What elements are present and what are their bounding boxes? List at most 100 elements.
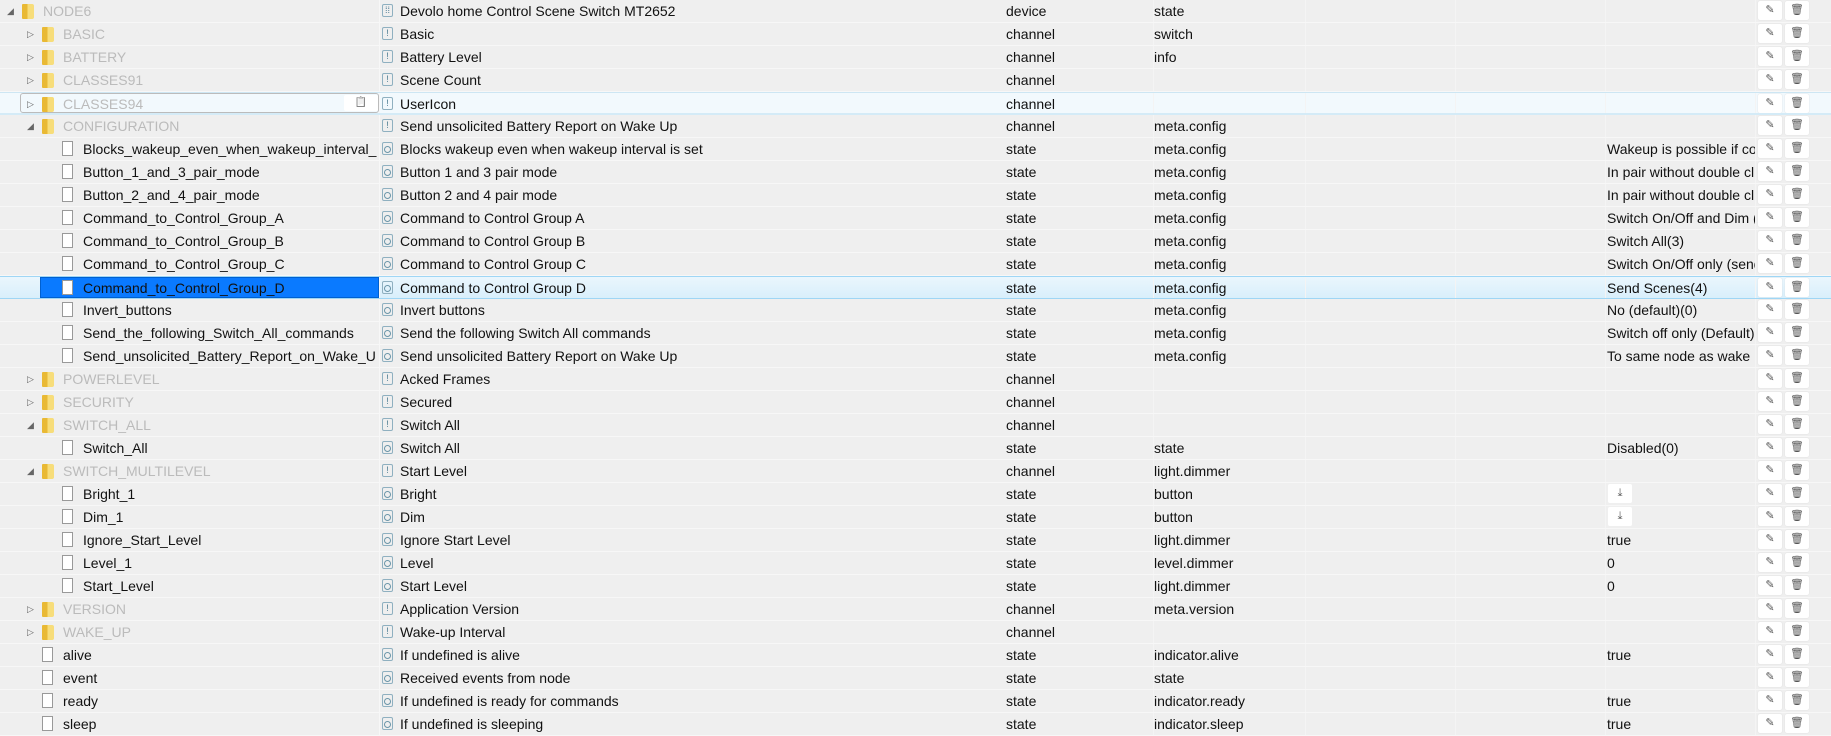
object-value[interactable]: ⤓ bbox=[1605, 506, 1755, 528]
edit-button[interactable]: ✎ bbox=[1758, 645, 1782, 664]
edit-button[interactable]: ✎ bbox=[1758, 346, 1782, 365]
tree-row[interactable]: ▷ BASIC! Basic channel switch ✎ 🗑 bbox=[0, 23, 1831, 46]
edit-button[interactable]: ✎ bbox=[1758, 231, 1782, 250]
edit-button[interactable]: ✎ bbox=[1758, 668, 1782, 687]
delete-button[interactable]: 🗑 bbox=[1785, 208, 1809, 227]
name-cell[interactable]: Button_2_and_4_pair_mode bbox=[0, 184, 380, 206]
expand-triangle-icon[interactable]: ▷ bbox=[27, 598, 34, 620]
edit-button[interactable]: ✎ bbox=[1758, 622, 1782, 641]
expand-triangle-icon[interactable]: ▷ bbox=[27, 23, 34, 45]
edit-button[interactable]: ✎ bbox=[1758, 415, 1782, 434]
tree-row[interactable]: event Received events from node state state… bbox=[0, 667, 1831, 690]
tree-row[interactable]: Bright_1 Bright state button ⤓ ✎ 🗑 bbox=[0, 483, 1831, 506]
tree-row[interactable]: ▷ POWERLEVEL! Acked Frames channel ✎ 🗑 bbox=[0, 368, 1831, 391]
edit-button[interactable]: ✎ bbox=[1758, 576, 1782, 595]
delete-button[interactable]: 🗑 bbox=[1785, 599, 1809, 618]
name-cell[interactable]: ready bbox=[0, 690, 380, 712]
expand-triangle-icon[interactable]: ▷ bbox=[27, 46, 34, 68]
edit-button[interactable]: ✎ bbox=[1758, 438, 1782, 457]
delete-button[interactable]: 🗑 bbox=[1785, 576, 1809, 595]
name-cell[interactable]: Send_unsolicited_Battery_Report_on_Wake_… bbox=[0, 345, 380, 367]
tree-row[interactable]: Start_Level Start Level state light.dimmer 0… bbox=[0, 575, 1831, 598]
delete-button[interactable]: 🗑 bbox=[1785, 278, 1809, 297]
name-cell[interactable]: ◢ CONFIGURATION bbox=[0, 115, 380, 137]
delete-button[interactable]: 🗑 bbox=[1785, 530, 1809, 549]
delete-button[interactable]: 🗑 bbox=[1785, 1, 1809, 20]
name-cell[interactable]: alive bbox=[0, 644, 380, 666]
tree-row[interactable]: Command_to_Control_Group_C Command to Con… bbox=[0, 253, 1831, 276]
edit-button[interactable]: ✎ bbox=[1758, 323, 1782, 342]
expand-triangle-icon[interactable]: ▷ bbox=[27, 93, 34, 113]
edit-button[interactable]: ✎ bbox=[1758, 24, 1782, 43]
tree-row[interactable]: ◢ NODE6 ⁞⁞ Devolo home Control Scene Switch… bbox=[0, 0, 1831, 23]
tree-row[interactable]: alive If undefined is alive state indicator… bbox=[0, 644, 1831, 667]
delete-button[interactable]: 🗑 bbox=[1785, 714, 1809, 733]
edit-button[interactable]: ✎ bbox=[1758, 185, 1782, 204]
delete-button[interactable]: 🗑 bbox=[1785, 323, 1809, 342]
name-cell[interactable]: ◢ SWITCH_ALL bbox=[0, 414, 380, 436]
expand-triangle-icon[interactable]: ▷ bbox=[27, 368, 34, 390]
tree-row[interactable]: Send_the_following_Switch_All_commands Se… bbox=[0, 322, 1831, 345]
delete-button[interactable]: 🗑 bbox=[1785, 668, 1809, 687]
edit-button[interactable]: ✎ bbox=[1758, 47, 1782, 66]
edit-button[interactable]: ✎ bbox=[1758, 94, 1782, 113]
edit-button[interactable]: ✎ bbox=[1758, 70, 1782, 89]
expand-triangle-icon[interactable]: ▷ bbox=[27, 621, 34, 643]
name-cell[interactable]: ▷ POWERLEVEL bbox=[0, 368, 380, 390]
tree-row[interactable]: ▷ SECURITY! Secured channel ✎ 🗑 bbox=[0, 391, 1831, 414]
delete-button[interactable]: 🗑 bbox=[1785, 346, 1809, 365]
name-cell[interactable]: Bright_1 bbox=[0, 483, 380, 505]
expand-triangle-icon[interactable]: ▷ bbox=[27, 391, 34, 413]
tree-row[interactable]: Invert_buttons Invert buttons state meta.co… bbox=[0, 299, 1831, 322]
tree-row[interactable]: Button_2_and_4_pair_mode Button 2 and 4 p… bbox=[0, 184, 1831, 207]
delete-button[interactable]: 🗑 bbox=[1785, 461, 1809, 480]
clipboard-icon[interactable]: 📋 bbox=[344, 95, 378, 111]
delete-button[interactable]: 🗑 bbox=[1785, 24, 1809, 43]
tree-row[interactable]: Command_to_Control_Group_A Command to Con… bbox=[0, 207, 1831, 230]
delete-button[interactable]: 🗑 bbox=[1785, 94, 1809, 113]
delete-button[interactable]: 🗑 bbox=[1785, 415, 1809, 434]
tree-row[interactable]: Level_1 Level state level.dimmer 0 ✎ 🗑 bbox=[0, 552, 1831, 575]
tree-row[interactable]: ▷ WAKE_UP! Wake-up Interval channel ✎ 🗑 bbox=[0, 621, 1831, 644]
tree-row[interactable]: ▷ VERSION! Application Version channel meta.… bbox=[0, 598, 1831, 621]
name-cell[interactable]: Level_1 bbox=[0, 552, 380, 574]
delete-button[interactable]: 🗑 bbox=[1785, 369, 1809, 388]
tree-row[interactable]: Switch_All Switch All state state Disabled(0… bbox=[0, 437, 1831, 460]
object-value[interactable]: ⤓ bbox=[1605, 483, 1755, 505]
delete-button[interactable]: 🗑 bbox=[1785, 507, 1809, 526]
delete-button[interactable]: 🗑 bbox=[1785, 162, 1809, 181]
delete-button[interactable]: 🗑 bbox=[1785, 185, 1809, 204]
name-cell[interactable]: ▷ CLASSES94 📋 bbox=[0, 93, 380, 113]
collapse-triangle-icon[interactable]: ◢ bbox=[27, 460, 34, 482]
name-cell[interactable]: Command_to_Control_Group_C bbox=[0, 253, 380, 275]
edit-button[interactable]: ✎ bbox=[1758, 714, 1782, 733]
name-cell[interactable]: Start_Level bbox=[0, 575, 380, 597]
download-button[interactable]: ⤓ bbox=[1608, 484, 1632, 503]
name-cell[interactable]: event bbox=[0, 667, 380, 689]
edit-button[interactable]: ✎ bbox=[1758, 139, 1782, 158]
collapse-triangle-icon[interactable]: ◢ bbox=[7, 0, 14, 22]
name-cell[interactable]: ◢ SWITCH_MULTILEVEL bbox=[0, 460, 380, 482]
name-cell[interactable]: Command_to_Control_Group_A bbox=[0, 207, 380, 229]
collapse-triangle-icon[interactable]: ◢ bbox=[27, 414, 34, 436]
edit-button[interactable]: ✎ bbox=[1758, 392, 1782, 411]
edit-button[interactable]: ✎ bbox=[1758, 553, 1782, 572]
name-cell[interactable]: ▷ BASIC bbox=[0, 23, 380, 45]
tree-row[interactable]: Command_to_Control_Group_B Command to Con… bbox=[0, 230, 1831, 253]
name-cell[interactable]: Send_the_following_Switch_All_commands bbox=[0, 322, 380, 344]
edit-button[interactable]: ✎ bbox=[1758, 530, 1782, 549]
delete-button[interactable]: 🗑 bbox=[1785, 300, 1809, 319]
name-cell[interactable]: ▷ VERSION bbox=[0, 598, 380, 620]
edit-button[interactable]: ✎ bbox=[1758, 507, 1782, 526]
tree-row[interactable]: Dim_1 Dim state button ⤓ ✎ 🗑 bbox=[0, 506, 1831, 529]
edit-button[interactable]: ✎ bbox=[1758, 691, 1782, 710]
tree-row[interactable]: ▷ CLASSES91! Scene Count channel ✎ 🗑 bbox=[0, 69, 1831, 92]
tree-row[interactable]: Button_1_and_3_pair_mode Button 1 and 3 p… bbox=[0, 161, 1831, 184]
delete-button[interactable]: 🗑 bbox=[1785, 484, 1809, 503]
edit-button[interactable]: ✎ bbox=[1758, 254, 1782, 273]
name-cell[interactable]: Blocks_wakeup_even_when_wakeup_interval_ bbox=[0, 138, 380, 160]
delete-button[interactable]: 🗑 bbox=[1785, 231, 1809, 250]
edit-button[interactable]: ✎ bbox=[1758, 461, 1782, 480]
edit-button[interactable]: ✎ bbox=[1758, 300, 1782, 319]
delete-button[interactable]: 🗑 bbox=[1785, 691, 1809, 710]
